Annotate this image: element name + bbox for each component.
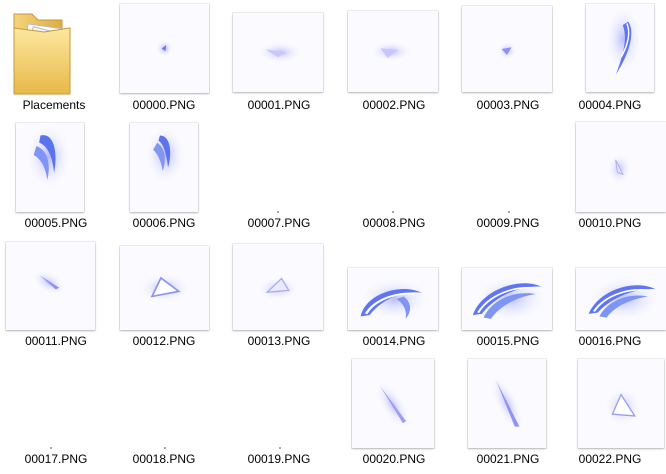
file-item[interactable]: 00013.PNG: [223, 236, 335, 352]
small-spark-icon: [606, 152, 632, 185]
blank-preview-icon: [164, 447, 166, 449]
file-thumbnail: [586, 4, 654, 92]
blank-preview-icon: [50, 447, 52, 449]
file-item[interactable]: 00003.PNG: [452, 0, 564, 116]
blank-preview-icon: [392, 211, 394, 213]
file-item[interactable]: 00000.PNG: [108, 0, 220, 116]
file-item[interactable]: 00019.PNG: [223, 354, 335, 470]
curved-streak-icon: [25, 123, 72, 191]
file-name: 00015.PNG: [476, 334, 540, 348]
file-thumbnail: [233, 244, 323, 330]
long-slash-icon: [374, 379, 412, 432]
file-name: 00019.PNG: [247, 452, 311, 466]
file-thumbnail: [16, 123, 84, 212]
file-thumbnail: [233, 13, 323, 92]
file-thumbnail: [462, 6, 552, 92]
small-slash-icon: [256, 41, 304, 64]
file-item[interactable]: 00007.PNG: [223, 118, 335, 234]
file-item[interactable]: 00002.PNG: [338, 0, 450, 116]
file-item[interactable]: 00022.PNG: [554, 354, 666, 470]
file-name: 00006.PNG: [132, 216, 196, 230]
file-name: 00021.PNG: [476, 452, 540, 466]
file-name: 00022.PNG: [578, 452, 642, 466]
file-thumbnail: [578, 359, 664, 448]
triangle-slash-icon: [256, 276, 300, 301]
file-thumbnail: [576, 122, 666, 212]
file-name: 00009.PNG: [476, 216, 540, 230]
arc-slash-icon: [358, 276, 431, 322]
file-name: 00004.PNG: [578, 98, 642, 112]
file-item[interactable]: 00001.PNG: [223, 0, 335, 116]
small-spark-icon: [497, 41, 517, 61]
file-item[interactable]: 00017.PNG: [0, 354, 112, 470]
blank-preview-icon: [277, 211, 279, 213]
folder-item[interactable]: Placements: [0, 0, 112, 116]
blank-preview-icon: [508, 211, 510, 213]
file-item[interactable]: 00014.PNG: [338, 236, 450, 352]
file-name: 00008.PNG: [362, 216, 426, 230]
file-item[interactable]: 00016.PNG: [554, 236, 666, 352]
file-item[interactable]: 00008.PNG: [338, 118, 450, 234]
curved-streak-icon: [604, 4, 643, 75]
file-name: 00017.PNG: [24, 452, 88, 466]
file-thumbnail: [462, 268, 552, 330]
file-name: 00003.PNG: [476, 98, 540, 112]
file-item[interactable]: 00005.PNG: [0, 118, 112, 234]
file-name: 00010.PNG: [578, 216, 642, 230]
file-thumbnail: [130, 123, 198, 212]
arc-slash-icon: [472, 275, 549, 323]
file-thumbnail: [348, 11, 438, 92]
file-item[interactable]: 00011.PNG: [0, 236, 112, 352]
file-thumbnail: [348, 123, 438, 213]
file-item[interactable]: 00020.PNG: [338, 354, 450, 470]
file-name: 00001.PNG: [247, 98, 311, 112]
file-item[interactable]: 00018.PNG: [108, 354, 220, 470]
diagonal-slash-icon: [30, 269, 67, 296]
file-item[interactable]: 00010.PNG: [554, 118, 666, 234]
file-name: 00002.PNG: [362, 98, 426, 112]
file-item[interactable]: 00015.PNG: [452, 236, 564, 352]
triangle-slash-icon: [137, 272, 192, 304]
file-thumbnail: [348, 268, 438, 330]
file-name: 00016.PNG: [578, 334, 642, 348]
small-slash-icon: [369, 40, 413, 63]
file-name: 00020.PNG: [362, 452, 426, 466]
file-item[interactable]: 00006.PNG: [108, 118, 220, 234]
file-item[interactable]: 00004.PNG: [554, 0, 666, 116]
file-name: 00005.PNG: [24, 216, 88, 230]
file-item[interactable]: 00021.PNG: [452, 354, 564, 470]
file-thumbnail: [118, 359, 208, 449]
file-name: 00013.PNG: [247, 334, 311, 348]
file-thumbnail: [233, 123, 323, 213]
file-name: 00007.PNG: [247, 216, 311, 230]
file-name: 00011.PNG: [25, 334, 87, 348]
file-thumbnail: [6, 242, 95, 330]
file-name: 00014.PNG: [362, 334, 426, 348]
curved-streak-icon: [144, 124, 186, 186]
file-item[interactable]: 00009.PNG: [452, 118, 564, 234]
triangle-slash-icon: [603, 387, 642, 427]
file-thumbnail: [233, 359, 323, 449]
folder-label: Placements: [22, 98, 86, 112]
blank-preview-icon: [279, 447, 281, 449]
file-name: 00012.PNG: [132, 334, 196, 348]
file-thumbnail: [468, 359, 546, 448]
long-slash-icon: [489, 373, 525, 434]
file-thumbnail: [10, 359, 100, 449]
file-item[interactable]: 00012.PNG: [108, 236, 220, 352]
small-spark-icon: [155, 39, 174, 58]
file-name: 00000.PNG: [132, 98, 196, 112]
file-thumbnail: [120, 4, 209, 93]
file-thumbnail: [462, 123, 552, 213]
file-thumbnail: [352, 359, 434, 448]
arc-slash-icon: [586, 275, 663, 323]
file-thumbnail: [120, 246, 209, 330]
file-name: 00018.PNG: [132, 452, 196, 466]
folder-icon: [8, 4, 76, 96]
file-thumbnail: [576, 268, 666, 330]
